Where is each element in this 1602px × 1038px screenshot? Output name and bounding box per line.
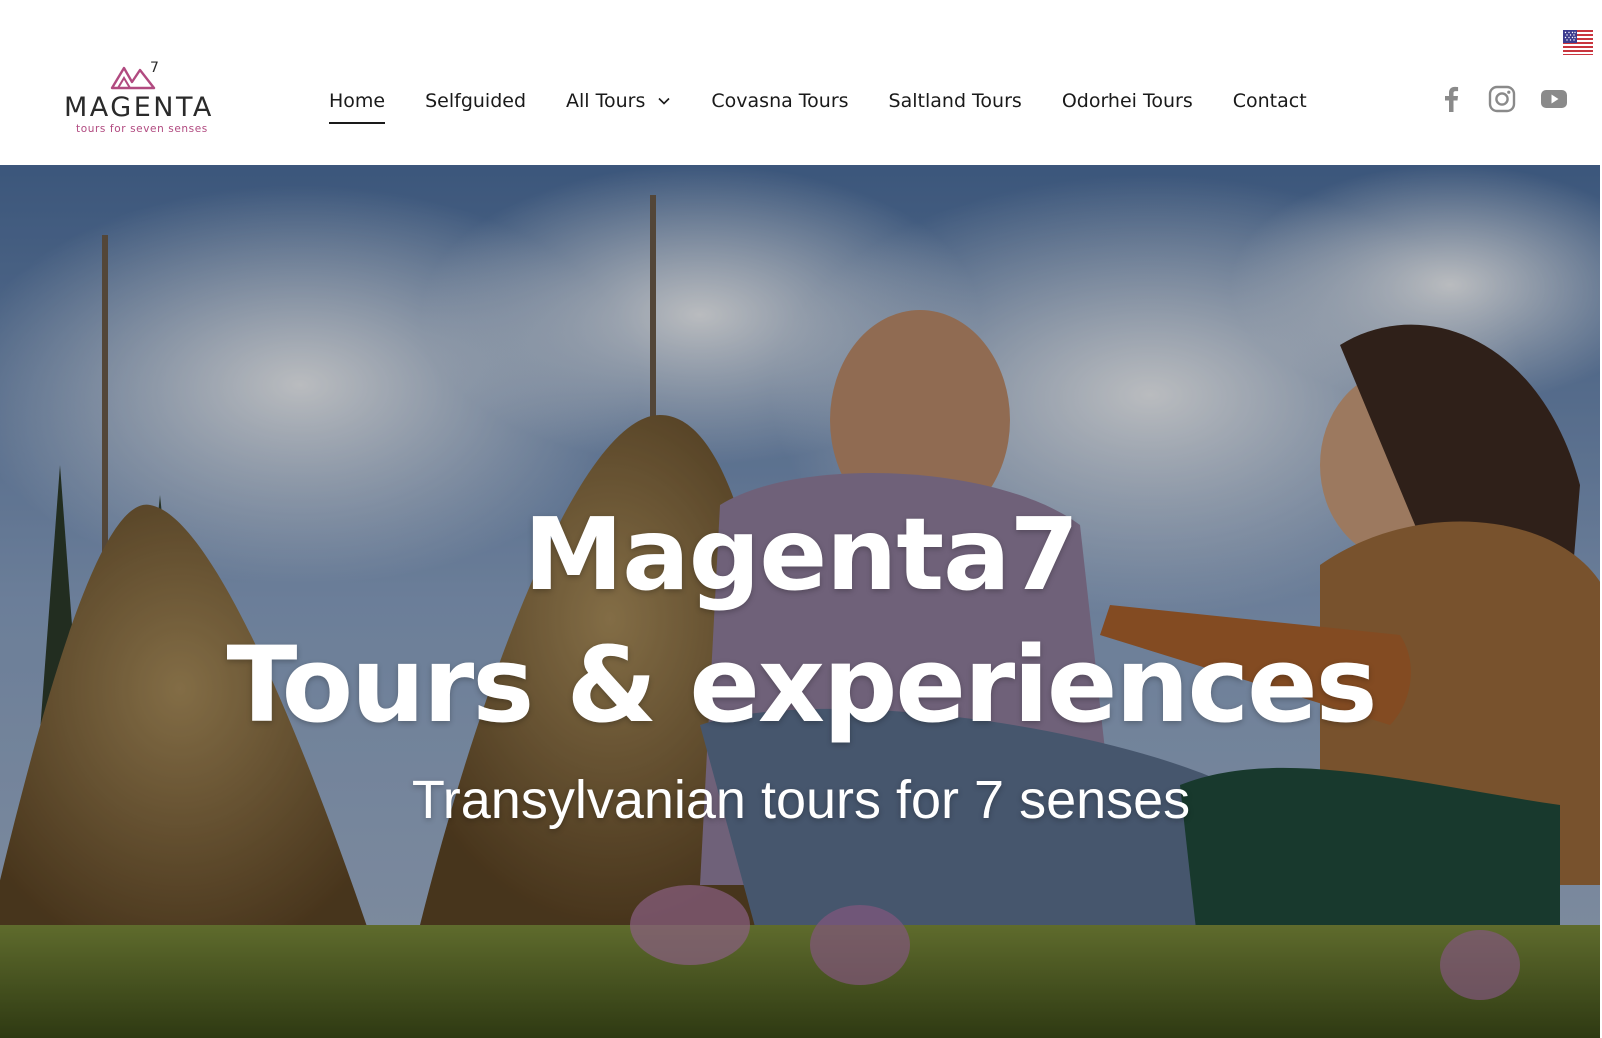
nav-item-covasna-tours[interactable]: Covasna Tours [711, 90, 848, 112]
youtube-icon [1541, 90, 1567, 108]
nav-item-odorhei-tours[interactable]: Odorhei Tours [1062, 90, 1193, 112]
nav-item-saltland-tours[interactable]: Saltland Tours [889, 90, 1022, 112]
hero-title: Magenta7 [523, 496, 1079, 613]
main-navigation: Home Selfguided All Tours Covasna Tours … [329, 90, 1347, 126]
nav-item-all-tours[interactable]: All Tours [566, 90, 671, 112]
logo-wordmark: MAGENTA [64, 92, 214, 123]
instagram-link[interactable] [1485, 82, 1519, 116]
logo-tagline: tours for seven senses [76, 123, 208, 135]
hero-banner: Magenta7 Tours & experiences Transylvani… [0, 165, 1602, 1038]
nav-item-label: Covasna Tours [711, 90, 849, 112]
nav-item-contact[interactable]: Contact [1233, 90, 1307, 112]
site-logo[interactable]: 7 MAGENTA tours for seven senses [62, 60, 212, 138]
nav-item-label: All Tours [566, 90, 646, 112]
site-header: 7 MAGENTA tours for seven senses Home Se… [0, 0, 1602, 165]
nav-item-label: Contact [1232, 90, 1307, 112]
nav-item-home[interactable]: Home [329, 90, 386, 124]
nav-item-label: Odorhei Tours [1061, 90, 1193, 112]
logo-mark-text: 7 [150, 60, 159, 76]
nav-item-label: Home [329, 90, 386, 112]
youtube-link[interactable] [1537, 82, 1571, 116]
nav-item-label: Saltland Tours [888, 90, 1022, 112]
facebook-link[interactable] [1434, 82, 1468, 116]
facebook-icon [1445, 86, 1459, 112]
hero-subtitle: Transylvanian tours for 7 senses [411, 770, 1191, 830]
logo-mountain-icon: 7 [110, 60, 159, 90]
nav-item-selfguided[interactable]: Selfguided [425, 90, 526, 112]
hero-title-secondary: Tours & experiences [226, 624, 1377, 746]
instagram-icon [1488, 85, 1516, 113]
chevron-down-icon [658, 97, 670, 105]
nav-item-label: Selfguided [425, 90, 527, 112]
us-flag-icon[interactable] [1563, 30, 1593, 55]
